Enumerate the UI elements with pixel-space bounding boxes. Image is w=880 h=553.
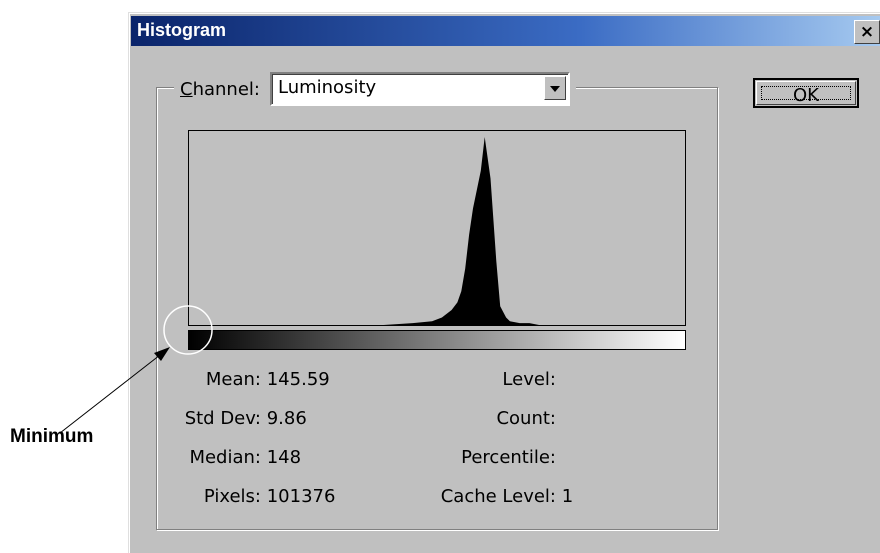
- annotation-arrow-head: [154, 347, 170, 361]
- annotation-arrow-line: [59, 354, 161, 434]
- minimum-highlight-circle: [163, 305, 213, 355]
- annotation-overlay: [59, 305, 213, 434]
